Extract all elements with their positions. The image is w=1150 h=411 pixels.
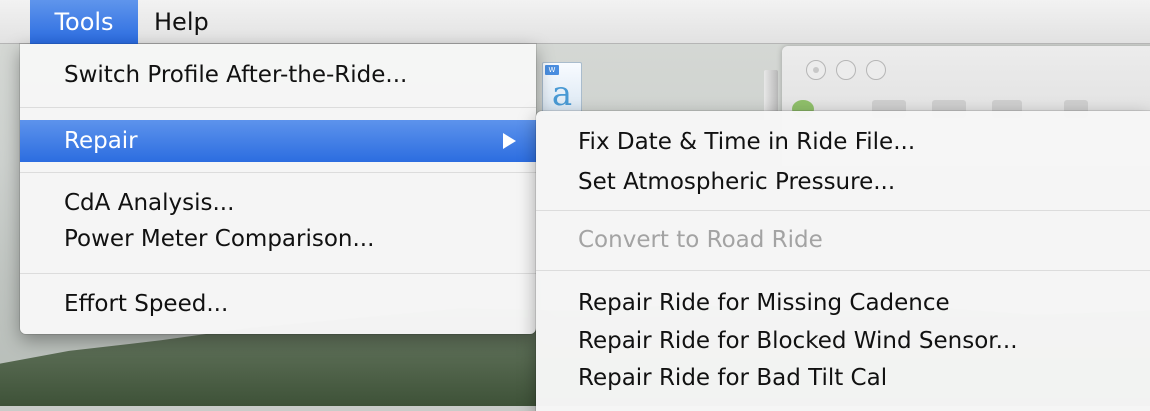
menu-help[interactable]: Help xyxy=(140,0,230,44)
window-close-icon[interactable] xyxy=(806,60,826,80)
menu-item-repair-blocked-wind-sensor[interactable]: Repair Ride for Blocked Wind Sensor... xyxy=(536,324,1150,358)
menu-separator xyxy=(20,107,536,108)
window-zoom-icon[interactable] xyxy=(866,60,886,80)
menu-item-set-atmospheric-pressure[interactable]: Set Atmospheric Pressure... xyxy=(536,165,1150,199)
menu-item-convert-to-road-ride: Convert to Road Ride xyxy=(578,227,823,253)
menu-separator xyxy=(536,210,1150,211)
menu-separator xyxy=(536,270,1150,271)
menu-item-repair-label: Repair xyxy=(64,128,138,154)
menu-item-cda-analysis[interactable]: CdA Analysis... xyxy=(20,186,536,220)
tools-menu: Switch Profile After-the-Ride... Repair … xyxy=(20,44,536,334)
menu-tools[interactable]: Tools xyxy=(30,0,138,44)
submenu-arrow-icon xyxy=(503,133,516,149)
menu-item-repair[interactable]: Repair xyxy=(20,120,536,162)
menu-separator xyxy=(20,172,536,173)
word-document-icon[interactable]: Wa xyxy=(542,62,582,116)
menu-bar: Tools Help xyxy=(0,0,1150,44)
menu-item-effort-speed[interactable]: Effort Speed... xyxy=(20,287,536,321)
menu-item-repair-missing-cadence[interactable]: Repair Ride for Missing Cadence xyxy=(536,286,1150,320)
window-minimize-icon[interactable] xyxy=(836,60,856,80)
menu-item-fix-date-time[interactable]: Fix Date & Time in Ride File... xyxy=(536,125,1150,159)
menu-item-switch-profile[interactable]: Switch Profile After-the-Ride... xyxy=(20,58,536,92)
repair-submenu: Fix Date & Time in Ride File... Set Atmo… xyxy=(536,111,1150,411)
menu-item-power-meter-comparison[interactable]: Power Meter Comparison... xyxy=(20,222,536,256)
menu-item-repair-bad-tilt-cal[interactable]: Repair Ride for Bad Tilt Cal xyxy=(536,361,1150,395)
menu-separator xyxy=(20,273,536,274)
